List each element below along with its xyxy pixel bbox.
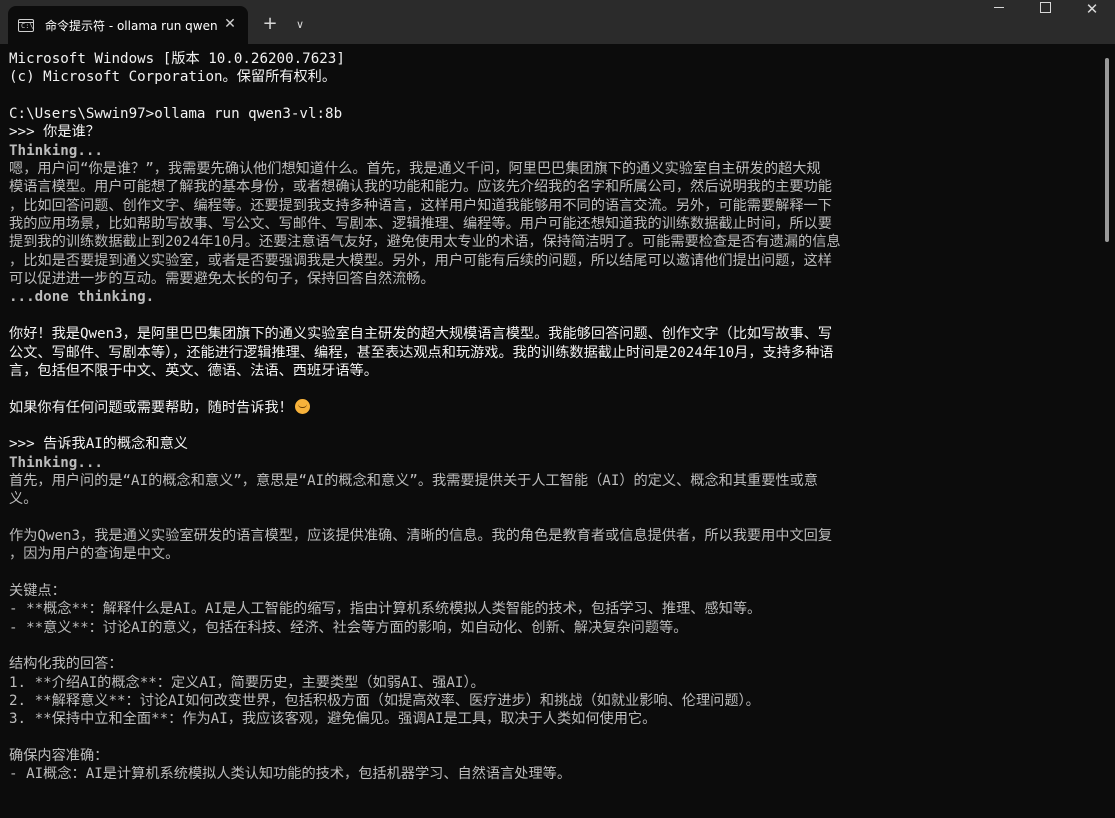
console-line: Thinking... [9,454,1097,472]
console-line: ，因为用户的查询是中文。 [9,545,1097,563]
console-line-text: 1. **介绍AI的概念**：定义AI，简要历史，主要类型（如弱AI、强AI）。 [9,674,485,691]
scrollbar-thumb[interactable] [1105,58,1109,242]
tab-command-prompt[interactable]: C:\ 命令提示符 - ollama run qwen ✕ [8,6,248,44]
console-line: 提到我的训练数据截止到2024年10月。还要注意语气友好，避免使用太专业的术语，… [9,233,1097,251]
console-line: 如果你有任何问题或需要帮助，随时告诉我！ [9,398,1097,417]
console-line: >>> 你是谁？ [9,123,1097,141]
console-line: C:\Users\Swwin97>ollama run qwen3-vl:8b [9,105,1097,123]
console-line-text: - AI概念：AI是计算机系统模拟人类认知功能的技术，包括机器学习、自然语言处理… [9,766,572,783]
minimize-icon [994,7,1004,8]
console-line-text: ，比如是否要提到通义实验室，或者是否要强调我是大模型。另外，用户可能有后续的问题… [9,252,832,269]
console-line: 关键点： [9,582,1097,600]
console-line-text: 你好！我是Qwen3，是阿里巴巴集团旗下的通义实验室自主研发的超大规模语言模型。… [9,326,833,343]
console-line: (c) Microsoft Corporation。保留所有权利。 [9,68,1097,86]
console-line: 模语言模型。用户可能想了解我的基本身份，或者想确认我的功能和能力。应该先介绍我的… [9,178,1097,196]
terminal-icon-glyph: C:\ [21,21,34,30]
console-line-text: ，因为用户的查询是中文。 [9,546,180,563]
console-line: ，比如回答问题、创作文字、编程等。还要提到我支持多种语言，这样用户知道我能够用不… [9,197,1097,215]
title-bar[interactable]: C:\ 命令提示符 - ollama run qwen ✕ + ∨ ✕ [0,0,1115,44]
console-line-text: - **概念**：解释什么是AI。AI是人工智能的缩写，指由计算机系统模拟人类智… [9,601,762,618]
console-output[interactable]: Microsoft Windows [版本 10.0.26200.7623] (c… [9,50,1097,818]
console-line-text: 作为Qwen3，我是通义实验室研发的语言模型，应该提供准确、清晰的信息。我的角色… [9,527,833,544]
console-line: ，比如是否要提到通义实验室，或者是否要强调我是大模型。另外，用户可能有后续的问题… [9,252,1097,270]
console-line-text: 嗯，用户问“你是谁？”，我需要先确认他们想知道什么。首先，我是通义千问，阿里巴巴… [9,161,821,178]
console-line: >>> 告诉我AI的概念和意义 [9,435,1097,453]
console-line: ...done thinking. [9,288,1097,306]
console-line-text: 确保内容准确： [9,748,109,765]
console-line: 3. **保持中立和全面**：作为AI，我应该客观，避免偏见。强调AI是工具，取… [9,710,1097,728]
console-line-text: 首先，用户问的是“AI的概念和意义”，意思是“AI的概念和意义”。我需要提供关于… [9,472,818,489]
console-line: - **意义**：讨论AI的意义，包括在科技、经济、社会等方面的影响，如自动化、… [9,619,1097,637]
terminal-icon: C:\ [18,18,34,32]
console-line: Microsoft Windows [版本 10.0.26200.7623] [9,50,1097,68]
console-line-text: 3. **保持中立和全面**：作为AI，我应该客观，避免偏见。强调AI是工具，取… [9,711,657,728]
console-line: 结构化我的回答： [9,655,1097,673]
console-line-text: - **意义**：讨论AI的意义，包括在科技、经济、社会等方面的影响，如自动化、… [9,619,688,636]
console-line-text: (c) Microsoft Corporation。保留所有权利。 [9,69,337,86]
console-line: 确保内容准确： [9,747,1097,765]
console-line-text: 可以促进进一步的互动。需要避免太长的句子，保持回答自然流畅。 [9,271,435,288]
console-line-text: 模语言模型。用户可能想了解我的基本身份，或者想确认我的功能和能力。应该先介绍我的… [9,179,832,196]
console-line: 你好！我是Qwen3，是阿里巴巴集团旗下的通义实验室自主研发的超大规模语言模型。… [9,325,1097,343]
console-line-text: 如果你有任何问题或需要帮助，随时告诉我！ [9,399,293,416]
console-line-text: Thinking... [9,454,103,471]
console-line-text: 我的应用场景，比如帮助写故事、写公文、写邮件、写剧本、逻辑推理、编程等。用户可能… [9,216,832,233]
console-line: 公文、写邮件、写剧本等），还能进行逻辑推理、编程，甚至表达观点和玩游戏。我的训练… [9,344,1097,362]
console-line-text: 关键点： [9,582,66,599]
console-line-text: 公文、写邮件、写剧本等），还能进行逻辑推理、编程，甚至表达观点和玩游戏。我的训练… [9,344,834,361]
console-line: Thinking... [9,142,1097,160]
console-line-text: 提到我的训练数据截止到2024年10月。还要注意语气友好，避免使用太专业的术语，… [9,234,841,251]
tab-title: 命令提示符 - ollama run qwen [45,18,218,33]
console-line: 1. **介绍AI的概念**：定义AI，简要历史，主要类型（如弱AI、强AI）。 [9,674,1097,692]
console-line-text: ...done thinking. [9,289,155,306]
maximize-button[interactable] [1022,0,1068,40]
console-line-text: Thinking... [9,142,103,159]
maximize-icon [1039,2,1051,13]
close-window-button[interactable]: ✕ [1069,0,1115,40]
console-line-text: 结构化我的回答： [9,656,123,673]
console-line: 我的应用场景，比如帮助写故事、写公文、写邮件、写剧本、逻辑推理、编程等。用户可能… [9,215,1097,233]
console-line-text: Microsoft Windows [版本 10.0.26200.7623] [9,51,345,67]
console-line: 作为Qwen3，我是通义实验室研发的语言模型，应该提供准确、清晰的信息。我的角色… [9,527,1097,545]
console-line: 义。 [9,490,1097,508]
console-line: 可以促进进一步的互动。需要避免太长的句子，保持回答自然流畅。 [9,270,1097,288]
console-line: 嗯，用户问“你是谁？”，我需要先确认他们想知道什么。首先，我是通义千问，阿里巴巴… [9,160,1097,178]
console-line-text: 义。 [9,491,38,508]
console-line: - AI概念：AI是计算机系统模拟人类认知功能的技术，包括机器学习、自然语言处理… [9,765,1097,783]
console-line: 首先，用户问的是“AI的概念和意义”，意思是“AI的概念和意义”。我需要提供关于… [9,472,1097,490]
console-line-text: >>> 你是谁？ [9,124,100,141]
console-line-text: ，比如回答问题、创作文字、编程等。还要提到我支持多种语言，这样用户知道我能够用不… [9,197,832,214]
tab-close-icon[interactable]: ✕ [222,16,238,32]
console-line: 言，包括但不限于中文、英文、德语、法语、西班牙语等。 [9,362,1097,380]
smiling-face-icon [294,398,310,414]
console-line: 2. **解释意义**：讨论AI如何改变世界，包括积极方面（如提高效率、医疗进步… [9,692,1097,710]
new-tab-button[interactable]: + [258,13,282,37]
console-line-text: >>> 告诉我AI的概念和意义 [9,436,188,453]
chevron-down-icon[interactable]: ∨ [288,13,312,37]
console-line-text: 2. **解释意义**：讨论AI如何改变世界，包括积极方面（如提高效率、医疗进步… [9,693,760,710]
console-line-text: C:\Users\Swwin97>ollama run qwen3-vl:8b [9,106,343,123]
console-line: - **概念**：解释什么是AI。AI是人工智能的缩写，指由计算机系统模拟人类智… [9,600,1097,618]
console-line-text: 言，包括但不限于中文、英文、德语、法语、西班牙语等。 [9,362,378,379]
terminal-window: C:\ 命令提示符 - ollama run qwen ✕ + ∨ ✕ Micr… [0,0,1115,818]
minimize-button[interactable] [976,0,1022,40]
